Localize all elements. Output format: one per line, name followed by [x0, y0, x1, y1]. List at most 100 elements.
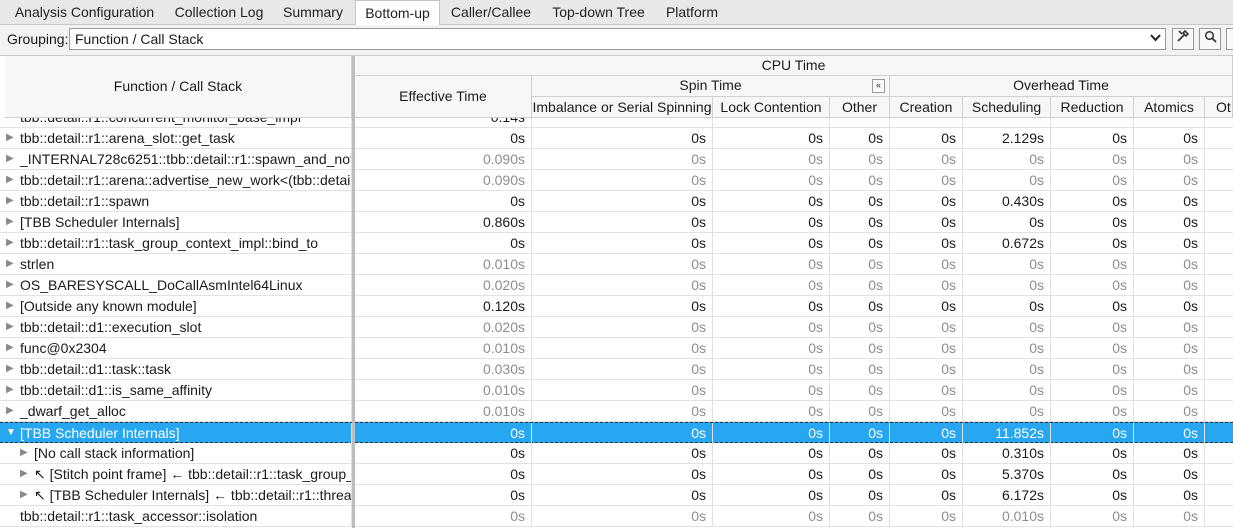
table-row[interactable]: ▶ tbb::detail::r1::task_group_context_imp… — [0, 233, 1233, 254]
table-row[interactable]: ▶ tbb::detail::d1::execution_slot 0.020s 0s… — [0, 317, 1233, 338]
tab-collection-log[interactable]: Collection Log — [167, 0, 271, 24]
cell-cre: 0s — [890, 464, 963, 484]
cell-sch: 0s — [963, 380, 1051, 400]
header-cpu-time[interactable]: CPU Time — [355, 56, 1233, 76]
cell-ato: 0s — [1134, 212, 1205, 232]
table-row[interactable]: ▶ OS_BARESYSCALL_DoCallAsmIntel64Linux 0.0… — [0, 275, 1233, 296]
table-row[interactable]: ▶ [Outside any known module] 0.120s 0s 0s 0s 0… — [0, 296, 1233, 317]
search-icon[interactable] — [1199, 28, 1221, 50]
function-name-cell: [Outside any known module] — [0, 296, 352, 316]
cell-oth: 0s — [830, 380, 890, 400]
function-name-cell: [TBB Scheduler Internals] — [0, 423, 352, 443]
cell-lock: 0s — [713, 317, 830, 337]
table-row[interactable]: ▶ ↖ [TBB Scheduler Internals] ← tbb::deta… — [0, 485, 1233, 506]
cell-ato: 0s — [1134, 170, 1205, 190]
cell-oth: 0s — [830, 212, 890, 232]
table-row[interactable]: tbb::detail::r1::task_accessor::isolatio… — [0, 506, 1233, 527]
cell-oth: 0s — [830, 128, 890, 148]
cell-lock: 0s — [713, 191, 830, 211]
cell-cre: 0s — [890, 233, 963, 253]
cell-cre: 0s — [890, 191, 963, 211]
tab-bar: Analysis Configuration Collection Log Su… — [0, 0, 1233, 26]
cell-cre: 0s — [890, 254, 963, 274]
cell-red: 0s — [1051, 212, 1134, 232]
cell-cre: 0s — [890, 296, 963, 316]
cell-sch: 0s — [963, 275, 1051, 295]
settings-icon[interactable] — [1172, 28, 1194, 50]
tab-bottom-up[interactable]: Bottom-up — [355, 0, 440, 26]
header-spin-time[interactable]: Spin Time « — [532, 76, 890, 97]
table-row[interactable]: ▶ _dwarf_get_alloc 0.010s 0s 0s 0s 0s 0s 0s 0s — [0, 401, 1233, 422]
header-atomics[interactable]: Atomics — [1134, 97, 1205, 118]
table-row[interactable]: ▶ tbb::detail::r1::spawn 0s 0s 0s 0s 0s 0.430s 0… — [0, 191, 1233, 212]
cell-cre: 0s — [890, 485, 963, 505]
collapse-icon[interactable]: « — [872, 79, 885, 93]
tab-summary[interactable]: Summary — [278, 0, 348, 24]
header-overhead-time[interactable]: Overhead Time — [890, 76, 1233, 97]
toolbar-extra-button[interactable] — [1226, 28, 1233, 50]
cell-red: 0s — [1051, 296, 1134, 316]
cell-imb: 0s — [532, 338, 713, 358]
cell-eff: 0.120s — [355, 296, 532, 316]
header-other[interactable]: Other — [830, 97, 890, 118]
table-row[interactable]: ▶ tbb::detail::d1::is_same_affinity 0.010s… — [0, 380, 1233, 401]
table-row[interactable]: ▶ func@0x2304 0.010s 0s 0s 0s 0s 0s 0s 0s — [0, 338, 1233, 359]
cell-lock: 0s — [713, 423, 830, 443]
cell-sch: 11.852s — [963, 423, 1051, 443]
cell-eff: 0s — [355, 485, 532, 505]
cell-eff: 0.090s — [355, 170, 532, 190]
cell-oth: 0s — [830, 170, 890, 190]
header-ot[interactable]: Ot — [1205, 97, 1233, 118]
header-lock-contention[interactable]: Lock Contention — [713, 97, 830, 118]
header-creation[interactable]: Creation — [890, 97, 963, 118]
table-row[interactable]: tbb::detail::r1::concurrent_monitor_base… — [0, 118, 1233, 128]
table-row[interactable]: ▶ ↖ [Stitch point frame] ← tbb::detail::r… — [0, 464, 1233, 485]
tab-caller-callee[interactable]: Caller/Callee — [444, 0, 538, 24]
cell-red: 0s — [1051, 401, 1134, 421]
table-row-selected[interactable]: ▼ [TBB Scheduler Internals] 0s 0s 0s 0s 0s 11.8… — [0, 422, 1233, 443]
grouping-select[interactable]: Function / Call Stack — [69, 28, 1166, 50]
cell-imb: 0s — [532, 233, 713, 253]
cell-sch: 0.010s — [963, 506, 1051, 526]
table-row[interactable]: ▶ tbb::detail::r1::arena::advertise_new_w… — [0, 170, 1233, 191]
table-row[interactable]: ▶ [TBB Scheduler Internals] 0.860s 0s 0s 0s 0s… — [0, 212, 1233, 233]
cell-sch: 0.430s — [963, 191, 1051, 211]
header-scheduling[interactable]: Scheduling — [963, 97, 1051, 118]
cell-cre: 0s — [890, 443, 963, 463]
cell-eff: 0s — [355, 506, 532, 526]
tab-analysis-configuration[interactable]: Analysis Configuration — [7, 0, 162, 24]
header-reduction[interactable]: Reduction — [1051, 97, 1134, 118]
table-row[interactable]: ▶ strlen 0.010s 0s 0s 0s 0s 0s 0s 0s — [0, 254, 1233, 275]
cell-red: 0s — [1051, 254, 1134, 274]
cell-lock — [713, 118, 830, 127]
cell-red: 0s — [1051, 275, 1134, 295]
cell-eff: 0s — [355, 423, 532, 443]
cell-red: 0s — [1051, 443, 1134, 463]
cell-red: 0s — [1051, 128, 1134, 148]
table-row[interactable]: ▶ tbb::detail::r1::arena_slot::get_task 0s… — [0, 128, 1233, 149]
header-function-call-stack[interactable]: Function / Call Stack — [5, 56, 352, 118]
cell-imb: 0s — [532, 317, 713, 337]
header-imbalance[interactable]: Imbalance or Serial Spinning — [532, 97, 713, 118]
cell-red: 0s — [1051, 170, 1134, 190]
cell-lock: 0s — [713, 275, 830, 295]
cell-imb: 0s — [532, 485, 713, 505]
cell-eff: 0s — [355, 233, 532, 253]
cell-imb: 0s — [532, 401, 713, 421]
tab-platform[interactable]: Platform — [659, 0, 725, 24]
grouping-label: Grouping: — [7, 31, 69, 47]
header-effective-time[interactable]: Effective Time — [355, 76, 532, 118]
table-row[interactable]: ▶ [No call stack information] 0s 0s 0s 0s 0s 0.… — [0, 443, 1233, 464]
grouping-value: Function / Call Stack — [75, 31, 204, 47]
cell-oth: 0s — [830, 191, 890, 211]
cell-oth — [830, 118, 890, 127]
cell-oth: 0s — [830, 317, 890, 337]
cell-oth: 0s — [830, 359, 890, 379]
cell-lock: 0s — [713, 485, 830, 505]
column-splitter[interactable] — [352, 56, 355, 528]
cell-ato: 0s — [1134, 464, 1205, 484]
table-row[interactable]: ▶ _INTERNAL728c6251::tbb::detail::r1::spa… — [0, 149, 1233, 170]
cell-imb: 0s — [532, 359, 713, 379]
tab-top-down-tree[interactable]: Top-down Tree — [545, 0, 652, 24]
table-row[interactable]: ▶ tbb::detail::d1::task::task 0.030s 0s 0s 0s… — [0, 359, 1233, 380]
